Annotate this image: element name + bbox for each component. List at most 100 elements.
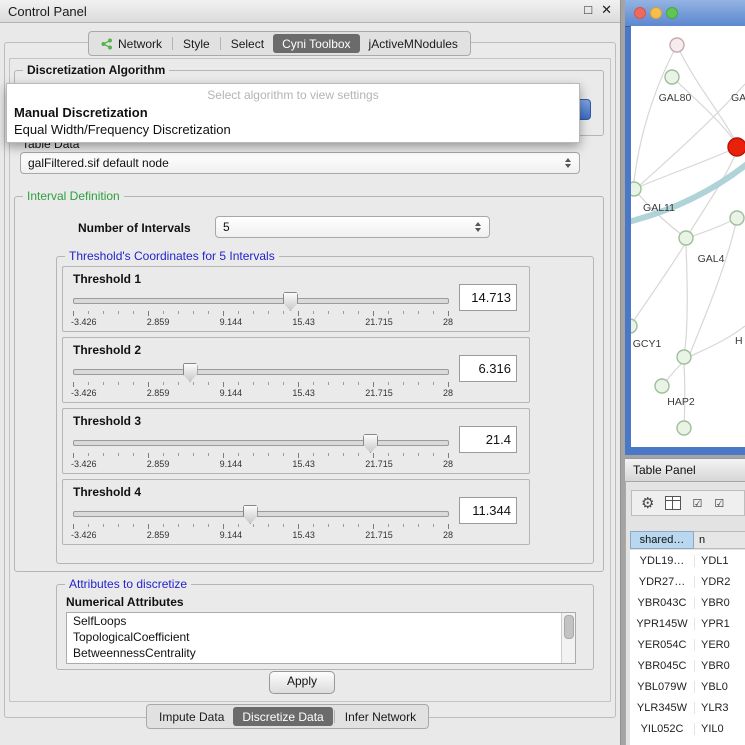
network-window: GAL80 GA GAL11 GAL4 GCY1 HAP2 H bbox=[625, 0, 745, 455]
slider-scale: -3.4262.8599.14415.4321.71528 bbox=[71, 317, 453, 327]
popup-item-manual-discretization[interactable]: Manual Discretization bbox=[7, 104, 579, 121]
table-row[interactable]: YPR145WYPR1 bbox=[630, 613, 745, 634]
network-window-titlebar[interactable] bbox=[625, 0, 745, 27]
threshold-1-slider[interactable] bbox=[73, 292, 449, 309]
slider-track[interactable] bbox=[73, 369, 449, 375]
popup-item-equal-width-frequency[interactable]: Equal Width/Frequency Discretization bbox=[7, 121, 579, 138]
threshold-2-value-field[interactable] bbox=[459, 355, 517, 382]
table-panel-title: Table Panel bbox=[633, 463, 696, 477]
close-traffic-light-icon[interactable] bbox=[634, 7, 646, 19]
tab-separator bbox=[172, 37, 173, 50]
combo-arrows-icon bbox=[560, 158, 579, 168]
tab-separator bbox=[220, 37, 221, 50]
network-canvas[interactable]: GAL80 GA GAL11 GAL4 GCY1 HAP2 H bbox=[631, 26, 745, 447]
tab-infer-network[interactable]: Infer Network bbox=[336, 707, 425, 726]
tab-discretize-data-label: Discretize Data bbox=[242, 710, 323, 724]
table-row[interactable]: YDR27…YDR2 bbox=[630, 571, 745, 592]
apply-button[interactable]: Apply bbox=[269, 671, 335, 694]
column-header-shared-name[interactable]: shared… bbox=[630, 531, 694, 549]
tab-jactivemnodules[interactable]: jActiveMNodules bbox=[360, 34, 467, 53]
bottom-tab-bar: Impute Data Discretize Data Infer Networ… bbox=[146, 704, 429, 729]
tab-style-label: Style bbox=[183, 37, 210, 51]
number-of-intervals-value: 5 bbox=[216, 220, 470, 234]
threshold-3-label: Threshold 3 bbox=[73, 414, 141, 428]
threshold-3-value-field[interactable] bbox=[459, 426, 517, 453]
close-window-icon[interactable]: ✕ bbox=[601, 2, 612, 18]
list-item-attribute[interactable]: BetweennessCentrality bbox=[67, 645, 575, 661]
columns-icon[interactable] bbox=[665, 496, 681, 510]
threshold-1-label: Threshold 1 bbox=[73, 272, 141, 286]
checkbox-icon[interactable]: ☑ bbox=[692, 497, 703, 510]
network-node[interactable] bbox=[665, 70, 679, 84]
screen: Control Panel □ ✕ Network Style Select C… bbox=[0, 0, 745, 745]
selected-network-node[interactable] bbox=[728, 138, 745, 156]
network-node[interactable] bbox=[677, 350, 691, 364]
node-label: GAL11 bbox=[643, 202, 675, 214]
table-row[interactable]: YBR043CYBR0 bbox=[630, 592, 745, 613]
slider-ticks bbox=[73, 382, 449, 387]
table-data-combo[interactable]: galFiltered.sif default node bbox=[20, 152, 580, 174]
slider-scale: -3.4262.8599.14415.4321.71528 bbox=[71, 388, 453, 398]
threshold-panel-4: Threshold 4 -3.4262.8599.14415.4321.7152… bbox=[62, 479, 530, 545]
network-tab-icon bbox=[101, 38, 113, 50]
gear-icon[interactable]: ⚙ bbox=[641, 496, 654, 511]
threshold-4-slider[interactable] bbox=[73, 505, 449, 522]
tab-discretize-data[interactable]: Discretize Data bbox=[233, 707, 332, 726]
attributes-scrollbar[interactable] bbox=[561, 613, 575, 663]
number-of-intervals-label: Number of Intervals bbox=[78, 221, 191, 235]
tab-cyni-toolbox[interactable]: Cyni Toolbox bbox=[273, 34, 359, 53]
slider-track[interactable] bbox=[73, 298, 449, 304]
threshold-panel-2: Threshold 2 -3.4262.8599.14415.4321.7152… bbox=[62, 337, 530, 403]
slider-thumb[interactable] bbox=[283, 292, 298, 311]
list-item-attribute[interactable]: SelfLoops bbox=[67, 613, 575, 629]
slider-track[interactable] bbox=[73, 440, 449, 446]
number-of-intervals-combo[interactable]: 5 bbox=[215, 216, 490, 238]
window-title: Control Panel bbox=[8, 4, 87, 19]
interval-definition-title: Interval Definition bbox=[23, 189, 124, 203]
slider-track[interactable] bbox=[73, 511, 449, 517]
column-header-name[interactable]: n bbox=[694, 531, 745, 549]
threshold-3-slider[interactable] bbox=[73, 434, 449, 451]
table-rows: YDL19…YDL1 YDR27…YDR2 YBR043CYBR0 YPR145… bbox=[630, 550, 745, 745]
network-node[interactable] bbox=[677, 421, 691, 435]
tab-separator bbox=[334, 710, 335, 723]
threshold-4-value-field[interactable] bbox=[459, 497, 517, 524]
checkbox-icon[interactable]: ☑ bbox=[714, 497, 725, 510]
top-tab-bar: Network Style Select Cyni Toolbox jActiv… bbox=[88, 31, 471, 56]
threshold-2-slider[interactable] bbox=[73, 363, 449, 380]
scrollbar-thumb[interactable] bbox=[564, 615, 574, 639]
network-graph: GAL80 GA GAL11 GAL4 GCY1 HAP2 H bbox=[631, 26, 745, 447]
slider-scale: -3.4262.8599.14415.4321.71528 bbox=[71, 530, 453, 540]
network-node[interactable] bbox=[631, 319, 637, 333]
table-row[interactable]: YIL052CYIL0 bbox=[630, 718, 745, 739]
network-node[interactable] bbox=[670, 38, 684, 52]
zoom-traffic-light-icon[interactable] bbox=[666, 7, 678, 19]
table-row[interactable]: YLR345WYLR3 bbox=[630, 697, 745, 718]
node-label: GA bbox=[731, 92, 745, 104]
table-row[interactable]: YBR045CYBR0 bbox=[630, 655, 745, 676]
minimize-traffic-light-icon[interactable] bbox=[650, 7, 662, 19]
network-node[interactable] bbox=[730, 211, 744, 225]
tab-network[interactable]: Network bbox=[92, 34, 171, 53]
network-node[interactable] bbox=[631, 182, 641, 196]
tab-impute-data[interactable]: Impute Data bbox=[150, 707, 233, 726]
table-row[interactable]: YDL19…YDL1 bbox=[630, 550, 745, 571]
network-node[interactable] bbox=[655, 379, 669, 393]
slider-thumb[interactable] bbox=[183, 363, 198, 382]
tab-style[interactable]: Style bbox=[174, 34, 219, 53]
threshold-1-value-field[interactable] bbox=[459, 284, 517, 311]
list-item-attribute[interactable]: TopologicalCoefficient bbox=[67, 629, 575, 645]
node-label: GCY1 bbox=[633, 338, 662, 350]
table-row[interactable]: YER054CYER0 bbox=[630, 634, 745, 655]
slider-thumb[interactable] bbox=[243, 505, 258, 524]
tab-select[interactable]: Select bbox=[222, 34, 273, 53]
control-panel-titlebar: Control Panel □ ✕ bbox=[0, 0, 620, 23]
tab-cyni-toolbox-label: Cyni Toolbox bbox=[282, 37, 350, 51]
slider-scale: -3.4262.8599.14415.4321.71528 bbox=[71, 459, 453, 469]
table-data-combo-value: galFiltered.sif default node bbox=[21, 156, 560, 170]
table-row[interactable]: YBL079WYBL0 bbox=[630, 676, 745, 697]
float-window-icon[interactable]: □ bbox=[584, 2, 592, 18]
numerical-attributes-list: SelfLoops TopologicalCoefficient Between… bbox=[66, 612, 576, 664]
slider-thumb[interactable] bbox=[363, 434, 378, 453]
network-node[interactable] bbox=[679, 231, 693, 245]
